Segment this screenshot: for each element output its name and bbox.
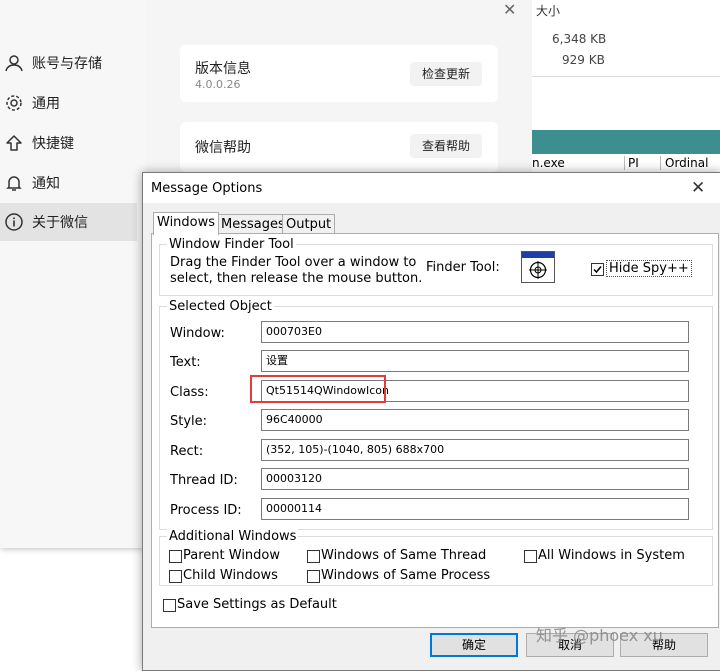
parent-window-checkbox[interactable]	[169, 550, 182, 563]
save-default-checkbox[interactable]	[163, 599, 176, 612]
rect-label: Rect:	[170, 444, 204, 459]
tab-windows[interactable]: Windows	[153, 212, 220, 235]
same-process-label[interactable]: Windows of Same Process	[321, 568, 490, 583]
tab-output[interactable]: Output	[282, 214, 336, 234]
same-process-checkbox[interactable]	[307, 570, 320, 583]
help-title: 微信帮助	[195, 140, 251, 156]
all-windows-label[interactable]: All Windows in System	[538, 548, 685, 563]
grid-col-name[interactable]: n.exe	[532, 156, 565, 170]
sidebar-item-account-storage[interactable]: 账号与存储	[0, 44, 137, 82]
class-label: Class:	[170, 385, 209, 400]
version-title: 版本信息	[195, 61, 251, 77]
file-size: 929 KB	[562, 53, 605, 67]
sidebar-item-label: 账号与存储	[32, 56, 102, 72]
user-icon	[4, 53, 24, 73]
bell-icon	[4, 173, 24, 193]
sidebar-item-label: 快捷键	[32, 136, 74, 152]
thread-id-label: Thread ID:	[170, 473, 238, 488]
dialog-title: Message Options	[151, 181, 263, 196]
hide-spy-label[interactable]: Hide Spy++	[606, 260, 692, 277]
window-label: Window:	[170, 326, 225, 341]
windows-tab-panel: Window Finder Tool Drag the Finder Tool …	[151, 233, 719, 628]
finder-group-label: Window Finder Tool	[167, 237, 296, 252]
size-column-header[interactable]: 大小	[536, 2, 560, 19]
sidebar-item-label: 通用	[32, 96, 60, 112]
up-arrow-icon	[4, 133, 24, 153]
version-number: 4.0.0.26	[195, 78, 241, 91]
finder-tool-label: Finder Tool:	[426, 260, 500, 275]
child-windows-label[interactable]: Child Windows	[183, 568, 278, 583]
window-title-strip	[532, 130, 720, 154]
window-handle-field[interactable]: 000703E0	[261, 321, 689, 343]
finder-instructions-line2: select, then release the mouse button.	[170, 271, 423, 286]
thread-id-field[interactable]: 00003120	[261, 468, 689, 490]
finder-instructions-line1: Drag the Finder Tool over a window to	[170, 255, 417, 270]
save-default-label[interactable]: Save Settings as Default	[177, 597, 337, 612]
gear-icon	[4, 93, 24, 113]
window-rect-field[interactable]: (352, 105)-(1040, 805) 688x700	[261, 439, 689, 461]
view-help-button[interactable]: 查看帮助	[410, 134, 482, 158]
same-thread-checkbox[interactable]	[307, 550, 320, 563]
watermark: 知乎 @phoex xu	[536, 626, 663, 645]
style-label: Style:	[170, 414, 208, 429]
settings-sidebar: 账号与存储 通用 快捷键 通知 关于微信	[0, 0, 146, 548]
divider	[532, 76, 720, 77]
sidebar-item-label: 通知	[32, 176, 60, 192]
file-size: 6,348 KB	[552, 32, 607, 46]
same-thread-label[interactable]: Windows of Same Thread	[321, 548, 486, 563]
selected-object-label: Selected Object	[167, 299, 274, 314]
hide-spy-checkbox[interactable]	[591, 263, 604, 276]
grid-col-pi[interactable]: PI	[624, 156, 639, 170]
additional-windows-label: Additional Windows	[167, 529, 299, 544]
process-id-label: Process ID:	[170, 503, 242, 518]
finder-tool-icon[interactable]	[521, 251, 555, 283]
tab-messages[interactable]: Messages	[217, 214, 289, 234]
ok-button[interactable]: 确定	[430, 633, 518, 657]
close-icon[interactable]: ✕	[691, 178, 705, 198]
window-text-field[interactable]: 设置	[261, 350, 689, 372]
grid-col-ordinal[interactable]: Ordinal	[660, 156, 708, 170]
version-card: 版本信息 4.0.0.26 检查更新	[180, 45, 498, 102]
help-card: 微信帮助 查看帮助	[180, 122, 498, 172]
file-list-window: 大小 6,348 KB 929 KB	[532, 0, 720, 130]
all-windows-checkbox[interactable]	[524, 550, 537, 563]
window-style-field[interactable]: 96C40000	[261, 409, 689, 431]
message-options-dialog: Message Options ✕ Windows Messages Outpu…	[142, 172, 720, 671]
text-label: Text:	[170, 355, 201, 370]
class-highlight-box	[250, 375, 386, 403]
sidebar-item-about[interactable]: 关于微信	[0, 203, 137, 241]
sidebar-item-general[interactable]: 通用	[0, 84, 137, 122]
sidebar-item-notifications[interactable]: 通知	[0, 164, 137, 202]
info-icon	[4, 212, 24, 232]
check-update-button[interactable]: 检查更新	[410, 62, 482, 86]
dialog-titlebar: Message Options ✕	[143, 173, 720, 203]
close-icon[interactable]: ✕	[503, 0, 516, 19]
child-windows-checkbox[interactable]	[169, 570, 182, 583]
sidebar-item-label: 关于微信	[32, 215, 88, 231]
sidebar-item-shortcuts[interactable]: 快捷键	[0, 124, 137, 162]
parent-window-label[interactable]: Parent Window	[183, 548, 280, 563]
process-id-field[interactable]: 00000114	[261, 498, 689, 520]
